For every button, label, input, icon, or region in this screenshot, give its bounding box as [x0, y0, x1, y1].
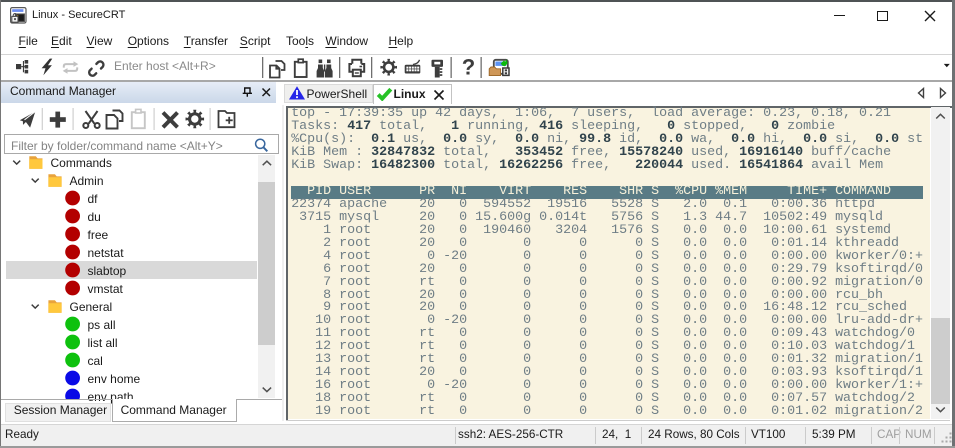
svg-text:?: ?	[462, 55, 475, 80]
